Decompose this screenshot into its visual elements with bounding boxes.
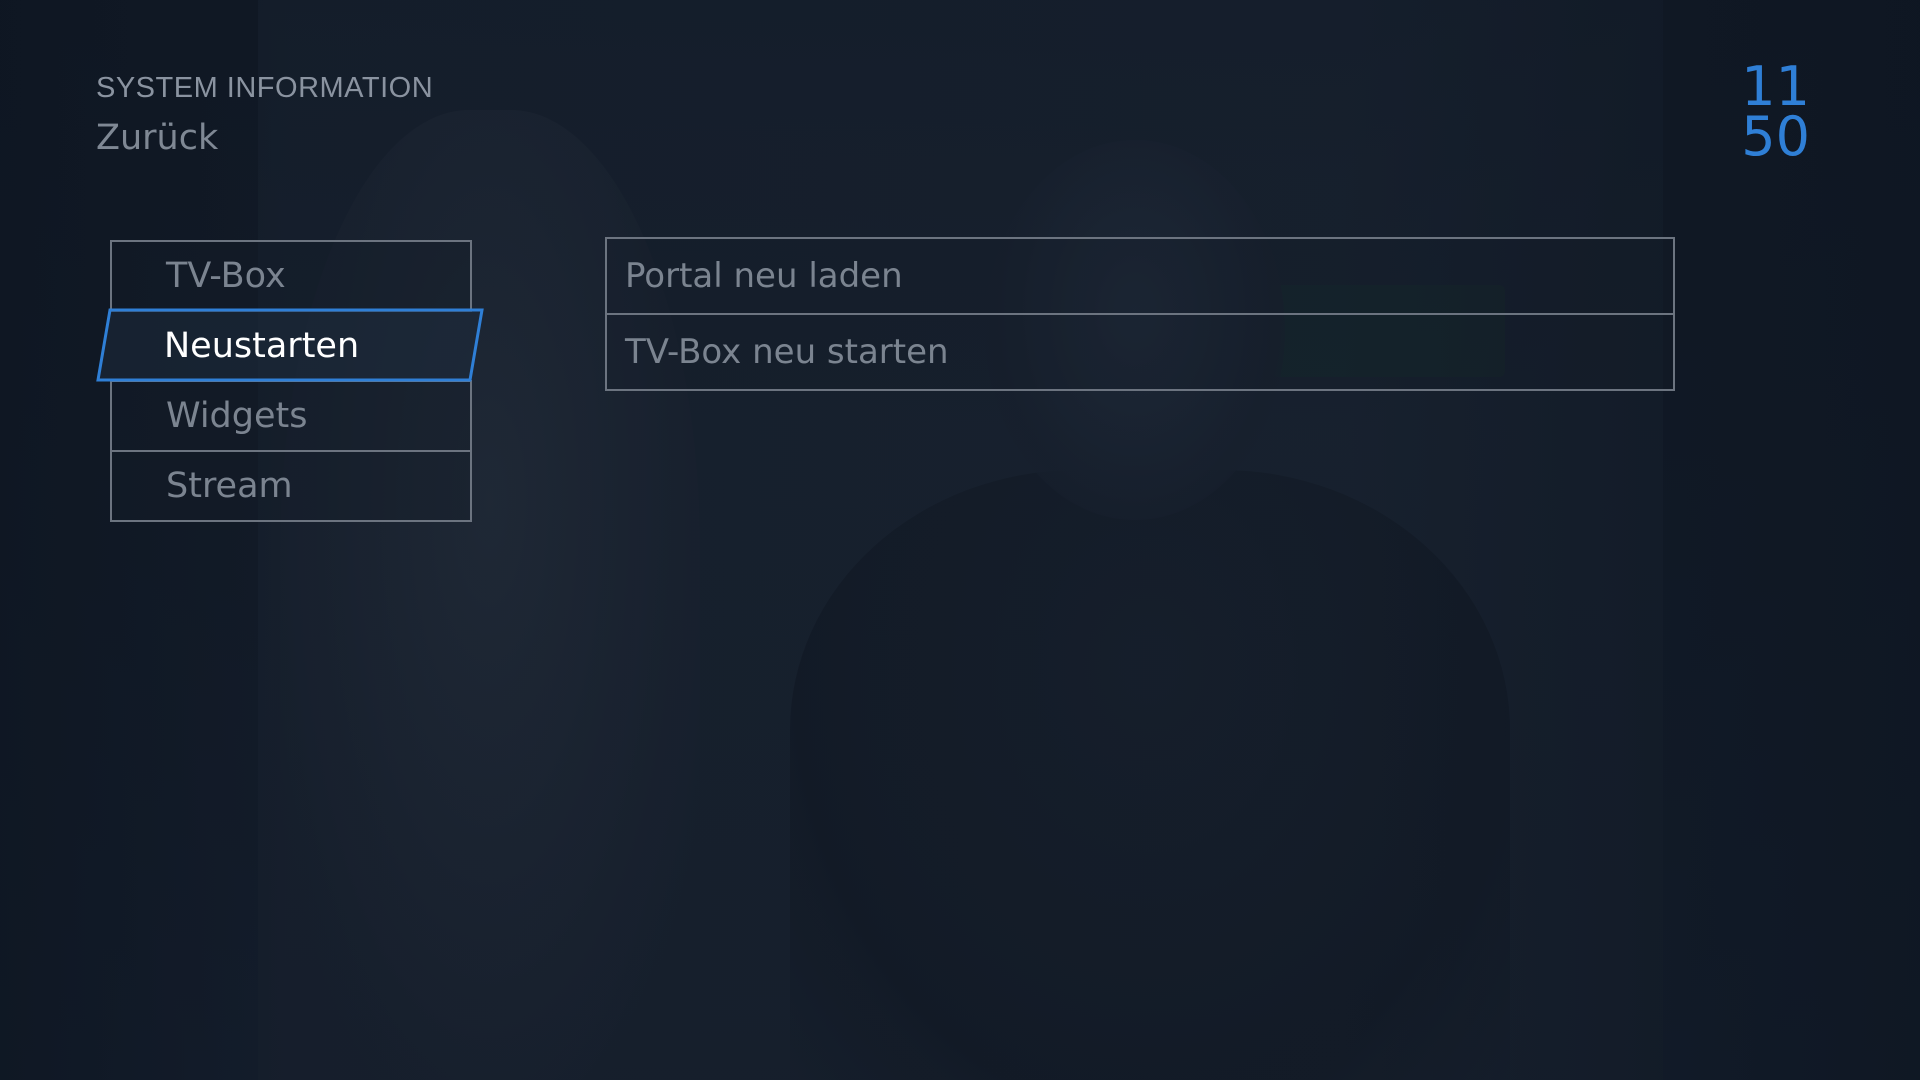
option-tv-box-restart[interactable]: TV-Box neu starten: [605, 313, 1675, 391]
menu-item-widgets[interactable]: Widgets: [110, 380, 472, 452]
background-dim-overlay: [0, 0, 1920, 1080]
restart-options: Portal neu laden TV-Box neu starten: [605, 237, 1675, 391]
clock: 11 50: [1690, 60, 1810, 168]
section-title: SYSTEM INFORMATION: [96, 72, 434, 104]
menu-item-label: TV-Box: [166, 256, 286, 296]
menu-item-label: Widgets: [166, 396, 308, 436]
menu-item-neustarten[interactable]: Neustarten: [96, 308, 484, 382]
option-label: Portal neu laden: [625, 256, 903, 296]
tv-screen: SYSTEM INFORMATION Zurück 11 50 TV-Box N…: [0, 0, 1920, 1080]
clock-minutes: 50: [1741, 105, 1810, 168]
option-label: TV-Box neu starten: [625, 332, 949, 372]
background-video-frame: [0, 0, 1920, 1080]
settings-menu: TV-Box Neustarten Widgets Stream: [96, 240, 484, 522]
menu-item-tv-box[interactable]: TV-Box: [110, 240, 472, 312]
option-portal-reload[interactable]: Portal neu laden: [605, 237, 1675, 315]
back-button[interactable]: Zurück: [96, 118, 218, 158]
menu-item-label: Stream: [166, 466, 293, 506]
menu-item-stream[interactable]: Stream: [110, 450, 472, 522]
menu-item-label: Neustarten: [164, 326, 360, 366]
